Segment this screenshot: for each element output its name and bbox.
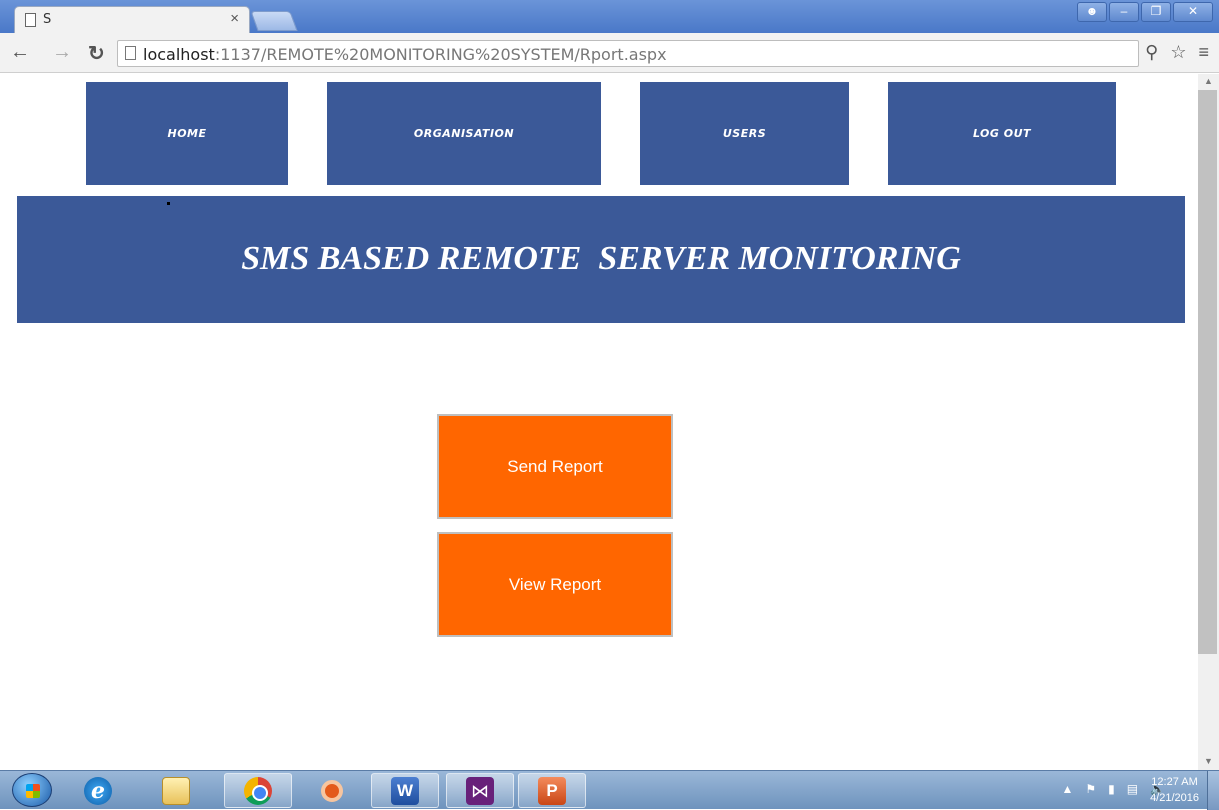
new-tab-button[interactable]	[250, 11, 298, 31]
browser-titlebar: S × ☻ – ❐ ✕	[0, 0, 1219, 33]
internet-explorer-icon: e	[84, 776, 112, 805]
view-report-button[interactable]: View Report	[437, 532, 673, 637]
taskbar-chrome[interactable]	[224, 773, 292, 808]
tab-close-icon[interactable]: ×	[230, 10, 239, 27]
taskbar: e W ⋈ P ▲ ⚑ ▮ ▤ 🔈 12:27 AM 4/21/2016	[0, 770, 1219, 810]
action-center-flag-icon[interactable]: ⚑	[1085, 782, 1096, 796]
scroll-up-icon[interactable]: ▲	[1204, 76, 1213, 86]
word-icon: W	[391, 776, 419, 805]
media-player-icon	[321, 779, 343, 802]
browser-tab[interactable]: S ×	[14, 6, 250, 33]
nav-logout[interactable]: LOG OUT	[888, 82, 1116, 185]
url-host: localhost	[143, 45, 215, 64]
scroll-down-icon[interactable]: ▼	[1204, 756, 1213, 766]
taskbar-ie[interactable]: e	[64, 773, 132, 808]
address-bar[interactable]: localhost:1137/REMOTE%20MONITORING%20SYS…	[117, 40, 1139, 67]
taskbar-clock[interactable]: 12:27 AM 4/21/2016	[1150, 774, 1199, 806]
taskbar-powerpoint[interactable]: P	[518, 773, 586, 808]
restore-button[interactable]: ❐	[1141, 2, 1171, 22]
close-window-button[interactable]: ✕	[1173, 2, 1213, 22]
page-icon	[125, 46, 136, 60]
send-report-button[interactable]: Send Report	[437, 414, 673, 519]
browser-toolbar: ← → ↻ localhost:1137/REMOTE%20MONITORING…	[0, 33, 1219, 73]
header-banner: SMS BASED REMOTE SERVER MONITORING	[17, 196, 1185, 323]
page-icon	[25, 13, 36, 27]
taskbar-explorer[interactable]	[142, 773, 210, 808]
page-content: HOME ORGANISATION USERS LOG OUT SMS BASE…	[0, 74, 1198, 770]
show-desktop-button[interactable]	[1207, 771, 1219, 810]
url-path: :1137/REMOTE%20MONITORING%20SYSTEM/Rport…	[214, 45, 667, 64]
taskbar-media[interactable]	[298, 773, 366, 808]
bookmark-star-icon[interactable]: ☆	[1170, 42, 1186, 63]
reload-icon[interactable]: ↻	[88, 41, 105, 66]
taskbar-word[interactable]: W	[371, 773, 439, 808]
powerpoint-icon: P	[538, 776, 566, 805]
nav-organisation[interactable]: ORGANISATION	[327, 82, 601, 185]
start-button[interactable]	[12, 773, 52, 807]
back-arrow-icon[interactable]: ←	[10, 41, 30, 64]
visual-studio-icon: ⋈	[466, 776, 494, 805]
key-icon[interactable]: ⚲	[1145, 42, 1158, 63]
page-title: SMS BASED REMOTE SERVER MONITORING	[241, 240, 961, 277]
taskbar-visual-studio[interactable]: ⋈	[446, 773, 514, 808]
url-text: localhost:1137/REMOTE%20MONITORING%20SYS…	[143, 45, 667, 64]
battery-icon[interactable]: ▮	[1108, 782, 1115, 796]
network-icon[interactable]: ▤	[1127, 782, 1138, 796]
banner-dot	[167, 202, 170, 205]
tray-expand-icon[interactable]: ▲	[1061, 782, 1073, 796]
tab-title: S	[43, 12, 52, 27]
folder-icon	[162, 776, 190, 805]
forward-arrow-icon[interactable]: →	[52, 41, 72, 64]
chrome-icon	[244, 776, 272, 805]
window-controls: ☻ – ❐ ✕	[1077, 2, 1213, 22]
windows-logo-icon	[26, 784, 40, 798]
minimize-button[interactable]: –	[1109, 2, 1139, 22]
vertical-scrollbar[interactable]: ▲ ▼	[1198, 74, 1219, 770]
user-profile-icon[interactable]: ☻	[1077, 2, 1107, 22]
clock-date: 4/21/2016	[1150, 792, 1199, 804]
clock-time: 12:27 AM	[1151, 776, 1198, 788]
menu-icon[interactable]: ≡	[1198, 42, 1209, 63]
nav-users[interactable]: USERS	[640, 82, 849, 185]
toolbar-right-icons: ⚲ ☆ ≡	[1145, 42, 1209, 63]
scroll-thumb[interactable]	[1198, 90, 1217, 654]
nav-home[interactable]: HOME	[86, 82, 288, 185]
